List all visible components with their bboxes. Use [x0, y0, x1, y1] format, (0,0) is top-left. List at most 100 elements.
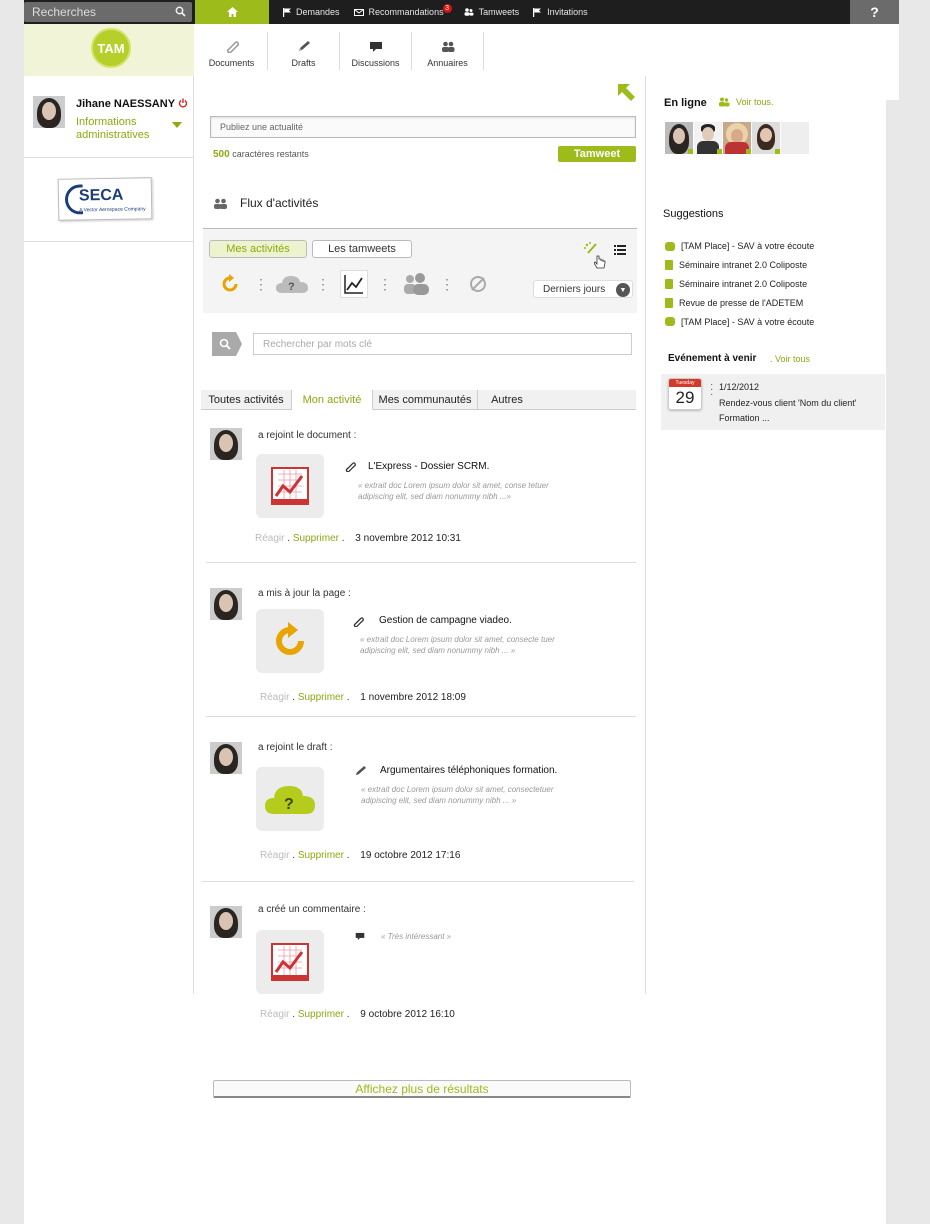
- nav-recommandations[interactable]: Recommandations 3: [353, 4, 452, 17]
- logout-icon[interactable]: [178, 98, 188, 108]
- online-see-all[interactable]: Voir tous.: [718, 97, 774, 107]
- home-button[interactable]: [195, 0, 269, 24]
- events-see-all[interactable]: . Voir tous: [770, 354, 810, 364]
- activity-thumbnail[interactable]: [256, 454, 324, 518]
- react-link[interactable]: Réagir: [255, 533, 284, 544]
- calendar-icon: Tuesday 29: [668, 378, 702, 410]
- admin-info-link[interactable]: Informations administratives: [76, 116, 166, 142]
- people-icon: [214, 198, 227, 209]
- activity-avatar[interactable]: [210, 428, 242, 460]
- react-link[interactable]: Réagir: [260, 1009, 289, 1020]
- activity-avatar[interactable]: [210, 906, 242, 938]
- pencil-icon: [298, 41, 310, 51]
- nav-invitations[interactable]: Invitations: [533, 7, 588, 17]
- tab-toutes-activites[interactable]: Toutes activités: [201, 390, 292, 409]
- chevron-down-icon[interactable]: ▼: [616, 283, 630, 297]
- delete-link[interactable]: Supprimer: [298, 1009, 344, 1020]
- nav-demandes-label: Demandes: [296, 7, 340, 17]
- react-link[interactable]: Réagir: [260, 850, 289, 861]
- avatar-face: [42, 102, 56, 120]
- tab-mon-activite[interactable]: Mon activité: [292, 390, 373, 410]
- suggestions-list: [TAM Place] - SAV à votre écoute Séminai…: [665, 237, 814, 331]
- help-button[interactable]: ?: [850, 0, 899, 24]
- filter-none[interactable]: [460, 270, 496, 298]
- tab-mes-activites[interactable]: Mes activités: [209, 240, 307, 258]
- activity-avatar[interactable]: [210, 742, 242, 774]
- nav-demandes[interactable]: Demandes: [283, 7, 340, 17]
- global-search-input[interactable]: [24, 2, 164, 22]
- expand-arrow-icon[interactable]: [618, 84, 636, 102]
- main-toolbar: Documents Drafts Discussions Annuaires: [196, 32, 484, 70]
- activity-title[interactable]: Gestion de campagne viadeo.: [379, 615, 512, 626]
- user-avatar[interactable]: [33, 96, 65, 128]
- activity-title[interactable]: Argumentaires téléphoniques formation.: [380, 765, 557, 776]
- filter-updates[interactable]: [212, 270, 248, 298]
- filter-people[interactable]: [398, 270, 434, 298]
- event-item[interactable]: Tuesday 29 · · · 1/12/2012 Rendez-vous cli…: [661, 374, 885, 430]
- online-user-avatar[interactable]: [723, 122, 751, 154]
- suggestion-label: [TAM Place] - SAV à votre écoute: [681, 241, 815, 252]
- activity-title[interactable]: L'Express - Dossier SCRM.: [368, 461, 489, 472]
- keyword-search-input[interactable]: [253, 333, 632, 355]
- more-results-button[interactable]: Affichez plus de résultats: [213, 1080, 631, 1098]
- activity-avatar[interactable]: [210, 588, 242, 620]
- online-user-avatar[interactable]: [752, 122, 780, 154]
- top-navigation: Demandes Recommandations 3 Tamweets Invi…: [283, 0, 588, 24]
- activity-thumbnail[interactable]: ?: [256, 767, 324, 831]
- magic-wand-icon[interactable]: [584, 242, 598, 254]
- online-user-avatar[interactable]: [694, 122, 722, 154]
- toolbar-documents[interactable]: Documents: [196, 32, 268, 70]
- activity-verb: a rejoint le draft :: [258, 742, 333, 753]
- tam-place-logo[interactable]: TAM: [91, 28, 131, 68]
- suggestion-item[interactable]: Séminaire intranet 2.0 Coliposte: [665, 275, 814, 294]
- tab-autres[interactable]: Autres: [478, 390, 536, 409]
- activity-thumbnail[interactable]: [256, 609, 324, 673]
- nav-tamweets[interactable]: Tamweets: [464, 7, 520, 17]
- online-user-avatar[interactable]: [665, 122, 693, 154]
- suggestion-item[interactable]: Séminaire intranet 2.0 Coliposte: [665, 256, 814, 275]
- separator: · · ·: [710, 379, 714, 400]
- suggestion-item[interactable]: Revue de presse de l'ADETEM: [665, 293, 814, 312]
- activity-excerpt: « extrait doc Lorem ipsum dolor sit amet…: [360, 635, 555, 655]
- activity-date: 9 octobre 2012 16:10: [360, 1009, 455, 1020]
- toolbar-discussions[interactable]: Discussions: [340, 32, 412, 70]
- company-block: SECA A Vector Aerospace Company: [24, 158, 194, 242]
- toolbar-drafts-label: Drafts: [291, 58, 316, 68]
- online-see-all-label: Voir tous.: [736, 97, 774, 107]
- list-view-icon[interactable]: [614, 245, 626, 255]
- flux-title: Flux d'activités: [240, 196, 319, 210]
- filter-documents[interactable]: [340, 270, 368, 298]
- keyword-search-button[interactable]: [212, 332, 242, 356]
- publish-input[interactable]: [210, 116, 636, 138]
- chart-icon: [271, 943, 309, 981]
- filter-drafts[interactable]: ?: [274, 270, 310, 298]
- search-icon[interactable]: [175, 6, 186, 17]
- company-logo[interactable]: SECA A Vector Aerospace Company: [57, 177, 153, 221]
- event-description[interactable]: Rendez-vous client 'Nom du client' Forma…: [719, 396, 879, 426]
- users-icon: [464, 8, 474, 16]
- user-name[interactable]: Jihane NAESSANY: [76, 98, 175, 110]
- tab-mes-communautes[interactable]: Mes communautés: [373, 390, 478, 409]
- tamweet-button[interactable]: Tamweet: [558, 146, 636, 162]
- filter-icons: ⋮ ? ⋮ ⋮ ⋮: [212, 270, 496, 298]
- period-select[interactable]: Derniers jours ▼: [533, 280, 633, 298]
- toolbar-drafts[interactable]: Drafts: [268, 32, 340, 70]
- chevron-down-icon[interactable]: [172, 122, 182, 128]
- avatar-face: [219, 748, 233, 766]
- delete-link[interactable]: Supprimer: [298, 692, 344, 703]
- online-status-dot: [775, 149, 780, 154]
- toolbar-annuaires[interactable]: Annuaires: [412, 32, 484, 70]
- delete-link[interactable]: Supprimer: [298, 850, 344, 861]
- delete-link[interactable]: Supprimer: [293, 533, 339, 544]
- activity-verb: a mis à jour la page :: [258, 588, 351, 599]
- divider: [206, 716, 636, 717]
- activity-excerpt: « extrait doc Lorem ipsum dolor sit amet…: [361, 785, 554, 805]
- tab-les-tamweets[interactable]: Les tamweets: [312, 240, 412, 258]
- global-search[interactable]: [24, 2, 192, 22]
- activity-thumbnail[interactable]: [256, 930, 324, 994]
- nav-tamweets-label: Tamweets: [478, 7, 520, 17]
- react-link[interactable]: Réagir: [260, 692, 289, 703]
- suggestion-item[interactable]: [TAM Place] - SAV à votre écoute: [665, 312, 814, 331]
- suggestion-item[interactable]: [TAM Place] - SAV à votre écoute: [665, 237, 814, 256]
- events-title: Evénement à venir: [668, 353, 757, 364]
